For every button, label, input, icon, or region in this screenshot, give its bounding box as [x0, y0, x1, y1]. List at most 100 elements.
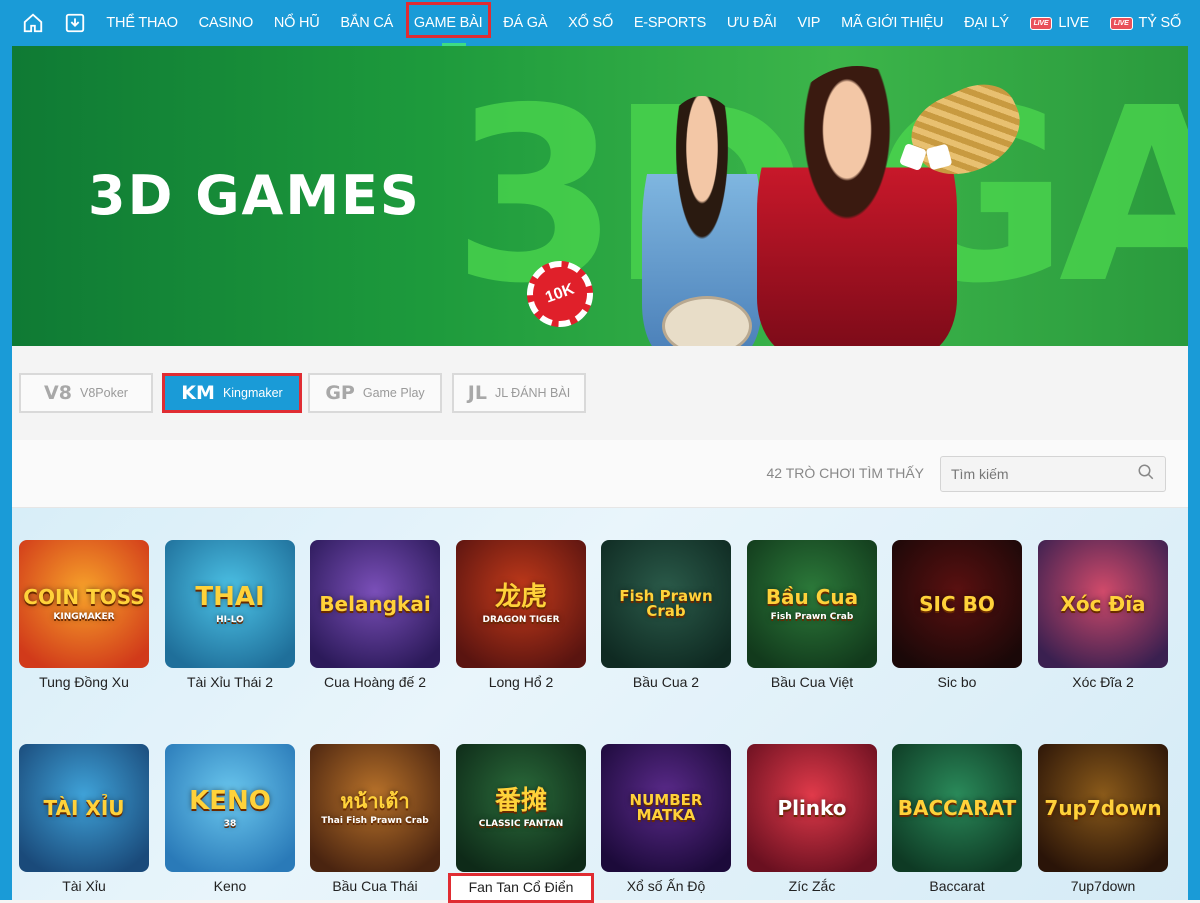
game-tile[interactable]: Bầu Cua Fish Prawn Crab — [747, 540, 877, 668]
nav-item[interactable]: CASINO — [188, 0, 263, 46]
game-tile[interactable]: 番摊 CLASSIC FANTAN — [456, 744, 586, 872]
game-art-title: SIC BO — [919, 592, 995, 616]
provider-tab[interactable]: KM Kingmaker — [162, 373, 302, 413]
game-tile[interactable]: BACCARAT — [892, 744, 1022, 872]
game-tile[interactable]: SIC BO — [892, 540, 1022, 668]
nav-item[interactable]: GAME BÀI — [404, 0, 493, 46]
nav-item[interactable]: BẮN CÁ — [330, 0, 404, 46]
search-icon[interactable] — [1137, 463, 1155, 486]
game-tile[interactable]: หน้าเต้า Thai Fish Prawn Crab — [310, 744, 440, 872]
game-art: SIC BO — [919, 594, 995, 614]
download-icon[interactable] — [58, 0, 92, 46]
game-name[interactable]: Tung Đồng Xu — [11, 674, 157, 690]
nav-item[interactable]: THỂ THAO — [96, 0, 188, 46]
nav-item[interactable]: ƯU ĐÃI — [716, 0, 787, 46]
game-tile[interactable]: 龙虎 DRAGON TIGER — [456, 540, 586, 668]
game-name[interactable]: Fan Tan Cổ Điển — [448, 873, 594, 903]
search-input[interactable] — [951, 466, 1137, 482]
nav-item-label: ĐÁ GÀ — [503, 15, 548, 31]
game-tile[interactable]: COIN TOSS KINGMAKER — [19, 540, 149, 668]
dice-image — [898, 142, 962, 186]
game-tile[interactable]: Xóc Đĩa — [1038, 540, 1168, 668]
game-art-title: Plinko — [777, 796, 847, 820]
game-art-title: KENO — [189, 785, 271, 816]
nav-item[interactable]: E-SPORTS — [623, 0, 716, 46]
game-art: NUMBER MATKA — [601, 793, 731, 823]
game-name[interactable]: Xổ số Ấn Độ — [593, 878, 739, 894]
game-art: Plinko — [777, 798, 846, 818]
game-name[interactable]: Bầu Cua Thái — [302, 878, 448, 894]
game-art-title: COIN TOSS — [23, 584, 145, 609]
nav-live[interactable]: LIVE LIVE — [1019, 0, 1099, 46]
game-art: 番摊 CLASSIC FANTAN — [479, 788, 564, 829]
provider-tab[interactable]: V8 V8Poker — [19, 373, 153, 413]
game-tile[interactable]: 7up7down — [1038, 744, 1168, 872]
game-name[interactable]: Baccarat — [884, 878, 1030, 894]
provider-label: V8Poker — [79, 386, 128, 400]
game-art-subtitle: 38 — [223, 818, 237, 829]
game-art-subtitle: KINGMAKER — [53, 611, 115, 622]
game-art-subtitle: DRAGON TIGER — [482, 614, 560, 625]
nav-item-label: XỔ SỐ — [568, 15, 614, 31]
nav-item-label: MÃ GIỚI THIỆU — [841, 15, 944, 31]
game-tile[interactable]: THAI HI-LO — [165, 540, 295, 668]
game-art-title: 7up7down — [1044, 796, 1162, 820]
provider-logo-icon: V8 — [44, 382, 72, 404]
game-art-subtitle: CLASSIC FANTAN — [478, 818, 564, 829]
game-art: หน้าเต้า Thai Fish Prawn Crab — [321, 791, 429, 826]
game-tile[interactable]: Belangkai — [310, 540, 440, 668]
game-name[interactable]: Tài Xỉu — [11, 878, 157, 894]
provider-tab[interactable]: JL JL ĐÁNH BÀI — [452, 373, 586, 413]
game-tile[interactable]: NUMBER MATKA — [601, 744, 731, 872]
nav-item[interactable]: ĐẠI LÝ — [954, 0, 1020, 46]
games-grid: COIN TOSS KINGMAKER Tung Đồng Xu THAI HI-LO T… — [11, 508, 1188, 903]
top-nav: THỂ THAO CASINO NỔ HŨ BẮN CÁ GAME BÀI ĐÁ GÀ XỔ… — [0, 0, 1200, 46]
game-art-subtitle: Thai Fish Prawn Crab — [321, 815, 429, 826]
game-art-title: 番摊 — [494, 785, 547, 816]
promo-banner[interactable]: 3D GAMES 3D GAMES 10K — [12, 46, 1188, 346]
game-name[interactable]: Tài Xỉu Thái 2 — [157, 674, 303, 690]
nav-item-label: ƯU ĐÃI — [726, 15, 777, 31]
home-icon[interactable] — [16, 0, 50, 46]
provider-logo-icon: GP — [325, 382, 355, 404]
nav-item[interactable]: MÃ GIỚI THIỆU — [831, 0, 954, 46]
nav-active-underline — [441, 43, 466, 46]
game-art-title: Xóc Đĩa — [1060, 592, 1146, 616]
game-tile[interactable]: Plinko — [747, 744, 877, 872]
provider-logo-icon: JL — [467, 382, 487, 404]
nav-item-label: NỔ HŨ — [273, 15, 320, 31]
game-tile[interactable]: Fish Prawn Crab — [601, 540, 731, 668]
provider-tab[interactable]: GP Game Play — [308, 373, 442, 413]
game-name[interactable]: Bầu Cua 2 — [593, 674, 739, 690]
game-art-title: TÀI XỈU — [43, 796, 125, 820]
nav-item-label: THỂ THAO — [106, 15, 178, 31]
game-art: Belangkai — [319, 594, 430, 614]
game-art: Fish Prawn Crab — [601, 589, 731, 619]
game-name[interactable]: Bầu Cua Việt — [739, 674, 885, 690]
provider-label: Kingmaker — [222, 386, 283, 400]
game-art-title: NUMBER MATKA — [629, 791, 703, 824]
provider-label: JL ĐÁNH BÀI — [494, 386, 571, 400]
game-name[interactable]: Long Hổ 2 — [448, 674, 594, 690]
nav-tyso[interactable]: LIVE TỶ SỐ — [1099, 0, 1191, 46]
game-name[interactable]: Zíc Zắc — [739, 878, 885, 894]
nav-item-label: BẮN CÁ — [340, 15, 394, 31]
nav-item[interactable]: XỔ SỐ — [558, 0, 624, 46]
results-bar: 42 TRÒ CHƠI TÌM THẤY — [12, 440, 1188, 508]
game-name[interactable]: Xóc Đĩa 2 — [1030, 674, 1176, 690]
nav-tyso-label: TỶ SỐ — [1138, 15, 1182, 31]
nav-item[interactable]: VIP — [787, 0, 831, 46]
game-name[interactable]: 7up7down — [1030, 878, 1176, 894]
game-tile[interactable]: KENO 38 — [165, 744, 295, 872]
nav-item[interactable]: ĐÁ GÀ — [493, 0, 558, 46]
nav-highlight-box — [405, 2, 491, 38]
tyso-live-badge: LIVE — [1109, 16, 1133, 30]
game-name[interactable]: Keno — [157, 878, 303, 894]
game-name[interactable]: Cua Hoàng đế 2 — [302, 674, 448, 690]
banner-title: 3D GAMES — [88, 164, 421, 227]
game-name[interactable]: Sic bo — [884, 674, 1030, 690]
nav-item[interactable]: NỔ HŨ — [263, 0, 330, 46]
search-box[interactable] — [940, 456, 1166, 492]
game-art: TÀI XỈU — [43, 798, 124, 818]
game-tile[interactable]: TÀI XỈU — [19, 744, 149, 872]
